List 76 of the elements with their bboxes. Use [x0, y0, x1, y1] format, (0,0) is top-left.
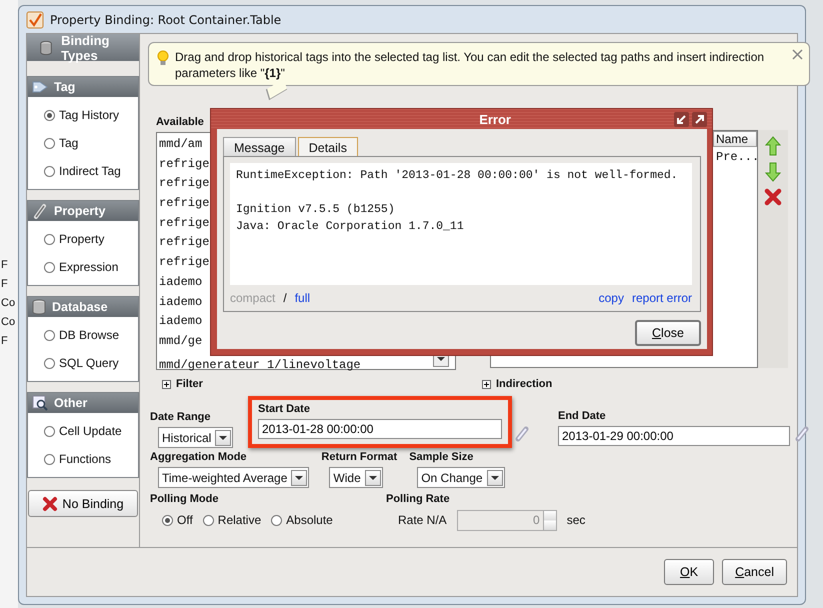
background-text: F — [0, 334, 9, 348]
unit-label: sec — [566, 513, 586, 527]
binding-type-radio[interactable]: Tag History — [28, 101, 138, 129]
dialog-button[interactable]: OK — [664, 559, 714, 585]
cylinder-icon — [39, 38, 54, 56]
copy-link[interactable]: copy — [598, 291, 624, 305]
background-text: Co — [0, 296, 16, 310]
background-text: F — [0, 277, 9, 291]
window-title: Property Binding: Root Container.Table — [50, 12, 282, 26]
arrow-up-icon[interactable] — [765, 136, 781, 156]
shrink-icon[interactable] — [674, 112, 689, 126]
field-label: End Date — [558, 410, 607, 422]
dialog-button[interactable]: Cancel — [722, 559, 787, 585]
available-tags-label: Available — [156, 116, 205, 128]
tip-text: Drag and drop historical tags into the selected tag list. You can edit the selected tag paths and insert indirection parameters like "{1}" — [175, 49, 766, 81]
separator-text: / — [283, 291, 287, 305]
full-link[interactable]: full — [294, 291, 310, 305]
checkmark-icon — [26, 10, 44, 28]
dialog-tab[interactable]: Details — [298, 137, 358, 156]
filter-expander[interactable]: Filter — [162, 378, 482, 390]
rate-label: Rate N/A — [398, 513, 447, 527]
group-header: Property — [28, 201, 138, 221]
magnifier-grid-icon — [32, 395, 48, 411]
binding-type-radio[interactable]: Tag — [28, 129, 138, 157]
close-button[interactable]: Close — [635, 320, 701, 346]
lightbulb-icon — [157, 50, 169, 66]
close-icon[interactable] — [792, 49, 803, 60]
binding-type-radio[interactable]: Functions — [28, 445, 138, 473]
column-header[interactable]: Name — [713, 131, 757, 147]
aggregation-mode-dropdown[interactable]: Time-weighted Average — [158, 467, 310, 488]
start-date-field[interactable]: 2013-01-28 00:00:00 — [258, 419, 502, 439]
date-range-dropdown[interactable]: Historical — [158, 427, 234, 448]
binding-type-radio[interactable]: Indirect Tag — [28, 157, 138, 185]
background-text: Co — [0, 315, 16, 329]
table-cell-text: Pre... — [715, 149, 757, 164]
background-text: F — [0, 258, 9, 272]
sample-size-dropdown[interactable]: On Change — [417, 467, 505, 488]
tag-icon — [32, 80, 48, 94]
group-header: Database — [28, 297, 138, 317]
group-header: Tag — [28, 77, 138, 97]
field-label: Date Range — [150, 411, 212, 423]
error-dialog-title: Error — [479, 112, 511, 126]
chain-link-icon[interactable] — [794, 426, 810, 442]
polling-mode-radio[interactable]: Absolute — [271, 513, 333, 527]
report-error-link[interactable]: report error — [632, 291, 692, 305]
no-binding-button[interactable]: No Binding — [28, 490, 138, 517]
field-label: Polling Mode — [150, 493, 220, 505]
binding-type-radio[interactable]: Property — [28, 225, 138, 253]
field-label: Aggregation Mode — [150, 451, 248, 463]
binding-type-radio[interactable]: DB Browse — [28, 321, 138, 349]
binding-type-radio[interactable]: Cell Update — [28, 417, 138, 445]
field-label: Return Format — [321, 451, 398, 463]
x-icon — [42, 496, 58, 512]
error-detail-line: RuntimeException: Path '2013-01-28 00:00:00' is not well-formed. — [236, 168, 679, 184]
dialog-tab[interactable]: Message — [223, 137, 296, 156]
database-icon — [32, 299, 46, 315]
error-detail-line: Java: Oracle Corporation 1.7.0_11 — [236, 219, 465, 235]
return-format-dropdown[interactable]: Wide — [329, 467, 383, 488]
arrow-down-icon[interactable] — [765, 162, 781, 182]
tag-path-item[interactable]: mmd/generateur 1/linevoltage — [157, 352, 455, 376]
indirection-expander[interactable]: Indirection — [482, 378, 802, 390]
error-detail-line: Ignition v7.5.5 (b1255) — [236, 202, 396, 218]
field-label: Sample Size — [409, 451, 474, 463]
field-label: Polling Rate — [386, 493, 451, 505]
sidebar-header: Binding Types — [27, 34, 139, 61]
group-header: Other — [28, 393, 138, 413]
end-date-field[interactable]: 2013-01-29 00:00:00 — [558, 426, 790, 446]
field-label: Start Date — [258, 403, 311, 415]
polling-mode-radio[interactable]: Relative — [202, 513, 262, 527]
binding-type-radio[interactable]: SQL Query — [28, 349, 138, 377]
chain-link-icon — [32, 203, 48, 219]
chain-link-icon[interactable] — [514, 426, 530, 442]
delete-icon[interactable] — [764, 188, 782, 206]
polling-mode-radio[interactable]: Off — [162, 513, 193, 527]
expand-icon[interactable] — [692, 112, 707, 126]
binding-type-radio[interactable]: Expression — [28, 253, 138, 281]
